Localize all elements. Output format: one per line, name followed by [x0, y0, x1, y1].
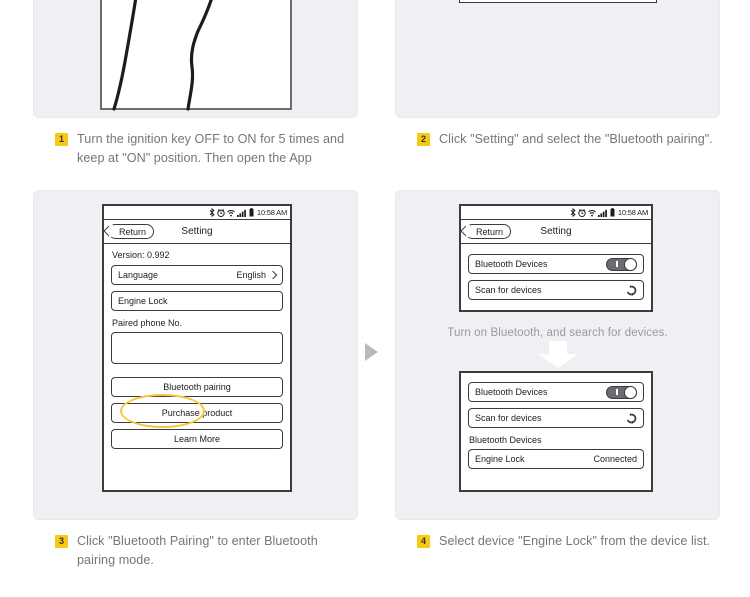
learn-more-label: Learn More [173, 434, 221, 444]
step-3-illustration-card: 10:58 AM Return Setting Version: 0.992 L… [33, 190, 358, 520]
wifi-icon [227, 209, 235, 216]
row-bluetooth-devices-toggle[interactable]: Bluetooth Devices [468, 382, 644, 402]
step-3: 10:58 AM Return Setting Version: 0.992 L… [33, 190, 358, 570]
row-bluetooth-devices-label: Bluetooth Devices [475, 259, 548, 269]
steps-row-bottom: 10:58 AM Return Setting Version: 0.992 L… [0, 190, 750, 570]
step-4-phone-screen-top: 10:58 AM Return Setting Bluetooth Device… [459, 204, 653, 312]
purchase-product-button[interactable]: Purchase product [111, 403, 283, 423]
version-label: Version: 0.992 [112, 250, 170, 260]
step-3-navbar: Return Setting [104, 220, 290, 244]
chevron-right-icon [268, 270, 278, 280]
step-1: 1 Turn the ignition key OFF to ON for 5 … [33, 0, 358, 168]
step-4-phone-screen-bottom: Bluetooth Devices Scan for devices Bluet… [459, 371, 653, 492]
purchase-product-label: Purchase product [161, 408, 233, 418]
step-4-illustration-card: 10:58 AM Return Setting Bluetooth Device… [395, 190, 720, 520]
return-button-label: Return [119, 227, 147, 237]
step-3-statusbar: 10:58 AM [104, 206, 290, 220]
bluetooth-icon [570, 208, 576, 217]
down-arrow-icon [537, 341, 578, 368]
step-2: 10:58 AM Setting [395, 0, 720, 168]
device-status: Connected [593, 454, 637, 464]
alarm-icon [578, 208, 586, 217]
step-4-top-statusbar: 10:58 AM [461, 206, 651, 220]
bluetooth-devices-section-label: Bluetooth Devices [469, 435, 542, 445]
step-2-badge: 2 [417, 133, 430, 146]
row-scan-for-devices[interactable]: Scan for devices [468, 280, 644, 300]
row-engine-lock[interactable]: Engine Lock [111, 291, 283, 311]
step-2-illustration-card: 10:58 AM Setting [395, 0, 720, 118]
bluetooth-toggle[interactable] [606, 385, 637, 399]
step-2-phone-screen: 10:58 AM Setting [459, 0, 657, 3]
down-arrow-divider [396, 341, 719, 371]
bluetooth-pairing-button[interactable]: Bluetooth pairing [111, 377, 283, 397]
device-name: Engine Lock [475, 454, 525, 464]
row-bluetooth-devices-label: Bluetooth Devices [475, 387, 548, 397]
row-language-label: Language [118, 270, 159, 280]
alarm-icon [217, 208, 225, 217]
learn-more-button[interactable]: Learn More [111, 429, 283, 449]
step-3-screen-body: Version: 0.992 Language English Engine L… [104, 244, 290, 461]
device-list-item-engine-lock[interactable]: Engine Lock Connected [468, 449, 644, 469]
step-1-caption-text: Turn the ignition key OFF to ON for 5 ti… [77, 132, 345, 165]
step-3-statusbar-time: 10:58 AM [256, 208, 287, 217]
return-button-label: Return [476, 227, 504, 237]
row-scan-for-devices[interactable]: Scan for devices [468, 408, 644, 428]
bluetooth-icon [209, 208, 215, 217]
step-3-caption-text: Click "Bluetooth Pairing" to enter Bluet… [77, 534, 318, 567]
step-2-caption-text: Click "Setting" and select the "Bluetoot… [439, 132, 713, 146]
row-scan-for-devices-label: Scan for devices [475, 413, 542, 423]
step-4-bottom-body: Bluetooth Devices Scan for devices Bluet… [461, 373, 651, 481]
step-1-illustration-card [33, 0, 358, 118]
battery-icon [610, 208, 615, 217]
row-language-value: English [236, 270, 266, 280]
paired-phone-label: Paired phone No. [112, 318, 183, 328]
step-2-caption: 2 Click "Setting" and select the "Blueto… [395, 130, 720, 149]
bluetooth-toggle[interactable] [606, 257, 637, 271]
step-3-caption: 3 Click "Bluetooth Pairing" to enter Blu… [33, 532, 358, 570]
step-1-caption: 1 Turn the ignition key OFF to ON for 5 … [33, 130, 358, 168]
bluetooth-pairing-label: Bluetooth pairing [163, 382, 231, 392]
signal-icon [597, 209, 607, 217]
step-4-top-statusbar-time: 10:58 AM [617, 208, 648, 217]
row-scan-for-devices-label: Scan for devices [475, 285, 542, 295]
steps-row-top: 1 Turn the ignition key OFF to ON for 5 … [0, 0, 750, 168]
step-4: 10:58 AM Return Setting Bluetooth Device… [395, 190, 720, 570]
wifi-icon [588, 209, 596, 216]
paired-phone-field[interactable] [111, 332, 283, 364]
ignition-key-line-drawing [100, 0, 292, 111]
step-4-caption-text: Select device "Engine Lock" from the dev… [439, 534, 711, 548]
step-4-top-navbar: Return Setting [461, 220, 651, 244]
step-1-badge: 1 [55, 133, 68, 146]
step-4-caption: 4 Select device "Engine Lock" from the d… [395, 532, 720, 551]
step-4-top-body: Bluetooth Devices Scan for devices [461, 244, 651, 312]
row-language[interactable]: Language English [111, 265, 283, 285]
instruction-sheet: 1 Turn the ignition key OFF to ON for 5 … [0, 0, 750, 597]
refresh-icon[interactable] [626, 284, 637, 296]
signal-icon [236, 209, 246, 217]
step-3-phone-screen: 10:58 AM Return Setting Version: 0.992 L… [102, 204, 292, 492]
step-3-badge: 3 [55, 535, 68, 548]
step-4-badge: 4 [417, 535, 430, 548]
step-4-hint: Turn on Bluetooth, and search for device… [447, 327, 668, 339]
refresh-icon[interactable] [626, 412, 637, 424]
row-bluetooth-devices-toggle[interactable]: Bluetooth Devices [468, 254, 644, 274]
row-engine-lock-label: Engine Lock [118, 296, 168, 306]
column-flow-arrow-icon [365, 343, 378, 361]
battery-icon [249, 208, 254, 217]
